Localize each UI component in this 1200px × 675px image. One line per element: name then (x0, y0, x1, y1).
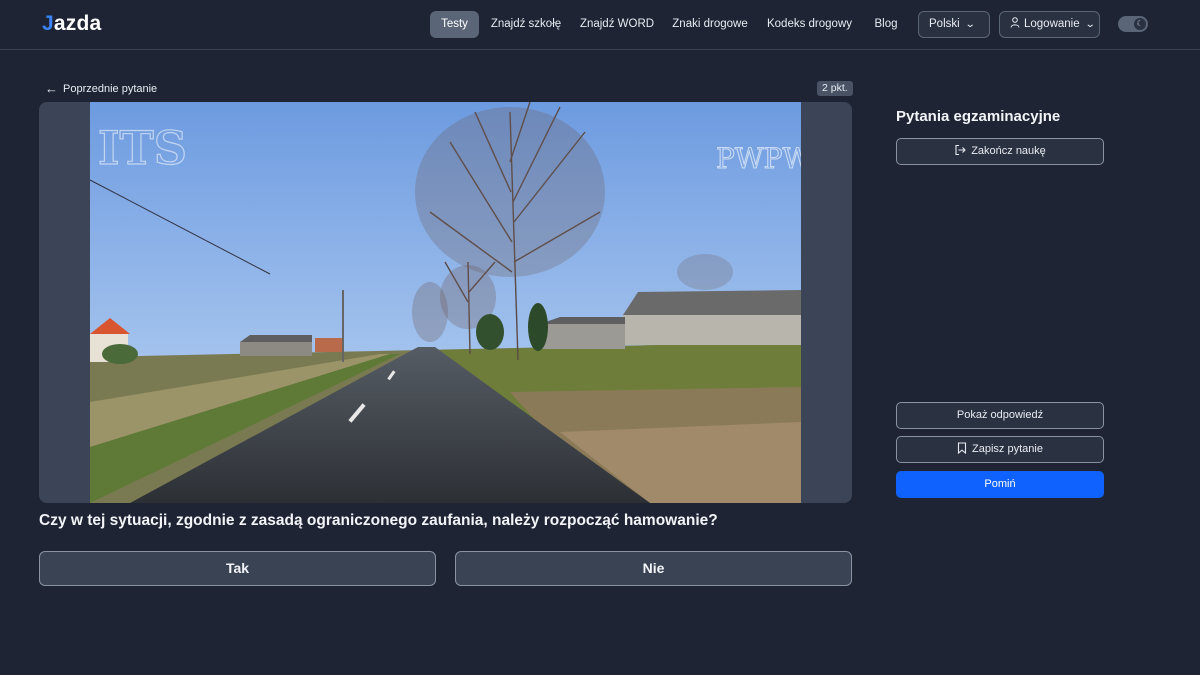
language-label: Polski (929, 18, 960, 30)
skip-button[interactable]: Pomiń (896, 471, 1104, 498)
top-navigation-bar: Jazda Testy Znajdź szkołę Znajdź WORD Zn… (0, 0, 1200, 50)
nav-item-road-code[interactable]: Kodeks drogowy (764, 11, 855, 38)
watermark-left: ITS (98, 121, 187, 175)
logout-icon (955, 144, 966, 156)
arrow-left-icon: ← (45, 81, 58, 96)
login-button[interactable]: Logowanie ⌄ (999, 11, 1100, 38)
save-question-button[interactable]: Zapisz pytanie (896, 436, 1104, 463)
answer-yes-button[interactable]: Tak (39, 551, 436, 586)
login-label: Logowanie (1024, 18, 1080, 30)
show-answer-button[interactable]: Pokaż odpowiedź (896, 402, 1104, 429)
points-badge: 2 pkt. (817, 81, 853, 96)
question-text: Czy w tej sytuacji, zgodnie z zasadą ogr… (39, 512, 718, 529)
nav-item-road-signs[interactable]: Znaki drogowe (668, 11, 752, 38)
main-nav: Testy Znajdź szkołę Znajdź WORD Znaki dr… (0, 11, 1200, 38)
language-select[interactable]: Polski ⌄ (918, 11, 990, 38)
end-learning-label: Zakończ naukę (971, 145, 1046, 157)
nav-item-find-school[interactable]: Znajdź szkołę (487, 11, 565, 38)
moon-icon: ☾ (1134, 18, 1146, 30)
answer-no-button[interactable]: Nie (455, 551, 852, 586)
bookmark-icon (957, 442, 967, 455)
nav-item-find-word[interactable]: Znajdź WORD (578, 11, 656, 38)
end-learning-button[interactable]: Zakończ naukę (896, 138, 1104, 165)
question-media-frame: ITS PWPW (39, 102, 852, 503)
theme-toggle[interactable]: ☾ (1118, 16, 1148, 32)
nav-item-blog[interactable]: Blog (866, 11, 906, 38)
sidebar-title: Pytania egzaminacyjne (896, 108, 1061, 125)
user-icon (1010, 17, 1020, 28)
watermark-right: PWPW (716, 142, 801, 175)
chevron-down-icon: ⌄ (1084, 19, 1096, 30)
previous-question-label: Poprzednie pytanie (63, 83, 158, 95)
save-question-label: Zapisz pytanie (972, 443, 1043, 455)
nav-item-testy[interactable]: Testy (430, 11, 479, 38)
chevron-down-icon: ⌄ (964, 19, 976, 30)
previous-question-link[interactable]: ← Poprzednie pytanie (45, 81, 157, 96)
question-scene-image: ITS PWPW (90, 102, 801, 503)
